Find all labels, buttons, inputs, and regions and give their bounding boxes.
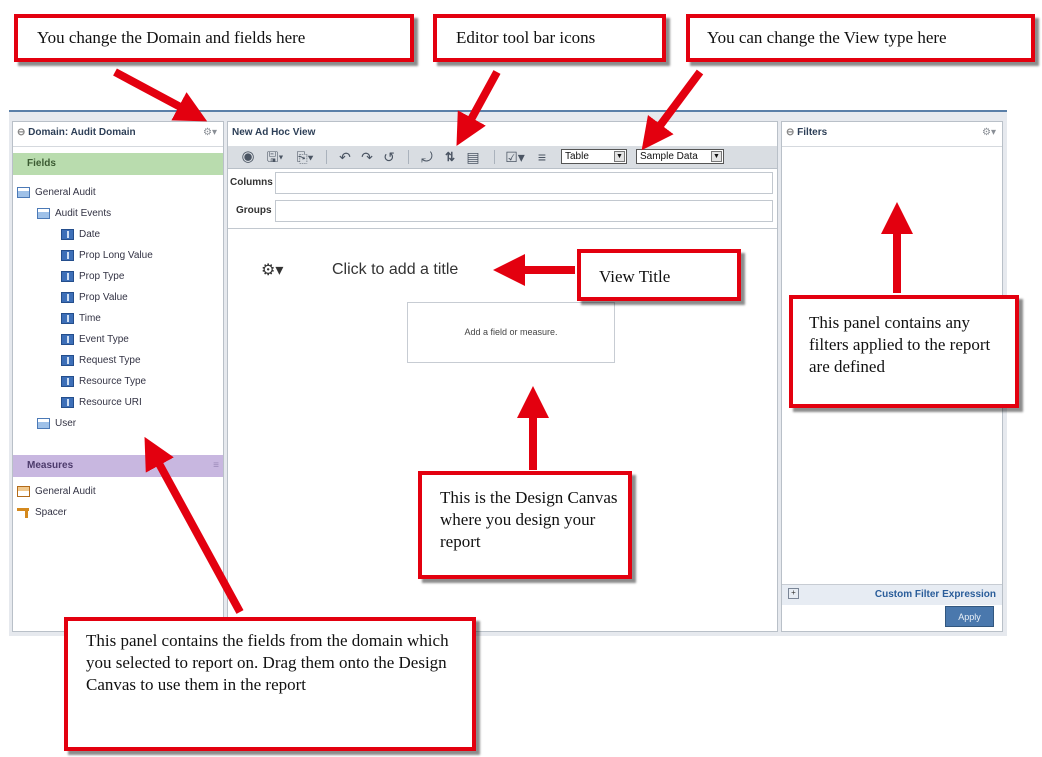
tree-item-prop-type[interactable]: Prop Type [61, 269, 124, 285]
toolbar-separator [408, 150, 409, 164]
field-icon [61, 291, 74, 303]
arrow-to-domain-menu [113, 68, 208, 122]
editor-toolbar: ◉ 🖫▾ ⎘▾ ↶ ↷ ↺ ⤾ ⇅ ▤ ☑▾ ≡ Table ▼ Sample … [228, 146, 777, 169]
reset-icon[interactable]: ↺ [380, 148, 398, 166]
resize-grip-icon[interactable]: ≡ [213, 455, 219, 477]
panel-menu-icon[interactable]: ⚙▾ [203, 122, 217, 144]
domain-title: Domain: Audit Domain [28, 127, 136, 138]
tree-item-event-type[interactable]: Event Type [61, 332, 129, 348]
tree-item-spacer[interactable]: Spacer [17, 505, 67, 521]
chevron-down-icon: ▼ [711, 151, 722, 162]
field-icon [61, 354, 74, 366]
table-icon [17, 186, 30, 198]
view-type-select[interactable]: Table ▼ [561, 149, 627, 164]
tree-item-request-type[interactable]: Request Type [61, 353, 141, 369]
field-icon [61, 375, 74, 387]
columns-drop-zone[interactable] [275, 172, 773, 194]
domain-header: ⊖ Domain: Audit Domain ⚙▾ [13, 122, 223, 147]
tree-item-general-audit[interactable]: General Audit [17, 185, 96, 201]
tree-item-resource-uri[interactable]: Resource URI [61, 395, 142, 411]
apply-button[interactable]: Apply [945, 606, 994, 627]
view-name: New Ad Hoc View [232, 127, 316, 138]
callout-toolbar: Editor tool bar icons [433, 14, 666, 62]
field-icon [61, 333, 74, 345]
options-icon[interactable]: ☑▾ [502, 148, 528, 166]
callout-view-type: You can change the View type here [686, 14, 1035, 62]
field-icon [61, 270, 74, 282]
groups-drop-zone[interactable] [275, 200, 773, 222]
custom-filter-bar: + Custom Filter Expression [782, 584, 1002, 605]
fields-panel: ⊖ Domain: Audit Domain ⚙▾ Fields General… [12, 121, 224, 632]
measures-header: Measures ≡ [13, 455, 223, 477]
table-icon [37, 417, 50, 429]
tree-item-time[interactable]: Time [61, 311, 101, 327]
tree-item-date[interactable]: Date [61, 227, 100, 243]
field-drop-placeholder[interactable]: Add a field or measure. [407, 302, 615, 363]
field-icon [61, 249, 74, 261]
filters-menu-icon[interactable]: ⚙▾ [982, 122, 996, 144]
filters-header: ⊖ Filters ⚙▾ [782, 122, 1002, 147]
table-icon [37, 207, 50, 219]
tree-item-measure-general-audit[interactable]: General Audit [17, 484, 96, 500]
save-icon[interactable]: 🖫▾ [262, 148, 288, 166]
tree-item-resource-type[interactable]: Resource Type [61, 374, 146, 390]
toolbar-separator [326, 150, 327, 164]
fields-header: Fields [13, 153, 223, 175]
field-icon [61, 312, 74, 324]
groups-label: Groups [236, 205, 272, 216]
sort-icon[interactable]: ⇅ [440, 148, 460, 166]
tree-item-user[interactable]: User [37, 416, 76, 432]
undo-icon[interactable]: ↶ [336, 148, 354, 166]
query-icon[interactable]: ≡ [532, 148, 552, 166]
callout-domain: You change the Domain and fields here [14, 14, 414, 62]
callout-filters: This panel contains any filters applied … [789, 295, 1019, 408]
collapse-icon[interactable]: ⊖ [17, 127, 25, 138]
columns-label: Columns [230, 177, 273, 188]
tree-item-prop-value[interactable]: Prop Value [61, 290, 128, 306]
expand-icon[interactable]: + [788, 588, 799, 599]
eye-icon[interactable]: ◉ [238, 148, 258, 166]
filters-title: Filters [797, 127, 828, 138]
callout-fields-panel: This panel contains the fields from the … [64, 617, 476, 751]
layout-icon[interactable]: ▤ [464, 148, 482, 166]
collapse-icon[interactable]: ⊖ [786, 127, 794, 138]
export-icon[interactable]: ⎘▾ [292, 148, 318, 166]
callout-view-title: View Title [577, 249, 741, 301]
data-mode-select[interactable]: Sample Data ▼ [636, 149, 724, 164]
tree-item-audit-events[interactable]: Audit Events [37, 206, 111, 222]
field-icon [61, 396, 74, 408]
redo-icon[interactable]: ↷ [358, 148, 376, 166]
toolbar-separator [494, 150, 495, 164]
custom-filter-expression-link[interactable]: Custom Filter Expression [875, 589, 996, 600]
tree-item-prop-long-value[interactable]: Prop Long Value [61, 248, 153, 264]
chevron-down-icon: ▼ [614, 151, 625, 162]
field-icon [61, 228, 74, 240]
measure-table-icon [17, 485, 30, 497]
editor-header: New Ad Hoc View [228, 122, 777, 146]
canvas-options-gear-icon[interactable]: ⚙▾ [261, 260, 283, 280]
spacer-icon [17, 507, 30, 518]
canvas-title[interactable]: Click to add a title [332, 261, 458, 279]
pivot-icon[interactable]: ⤾ [418, 148, 436, 166]
callout-design-canvas: This is the Design Canvas where you desi… [418, 471, 632, 579]
